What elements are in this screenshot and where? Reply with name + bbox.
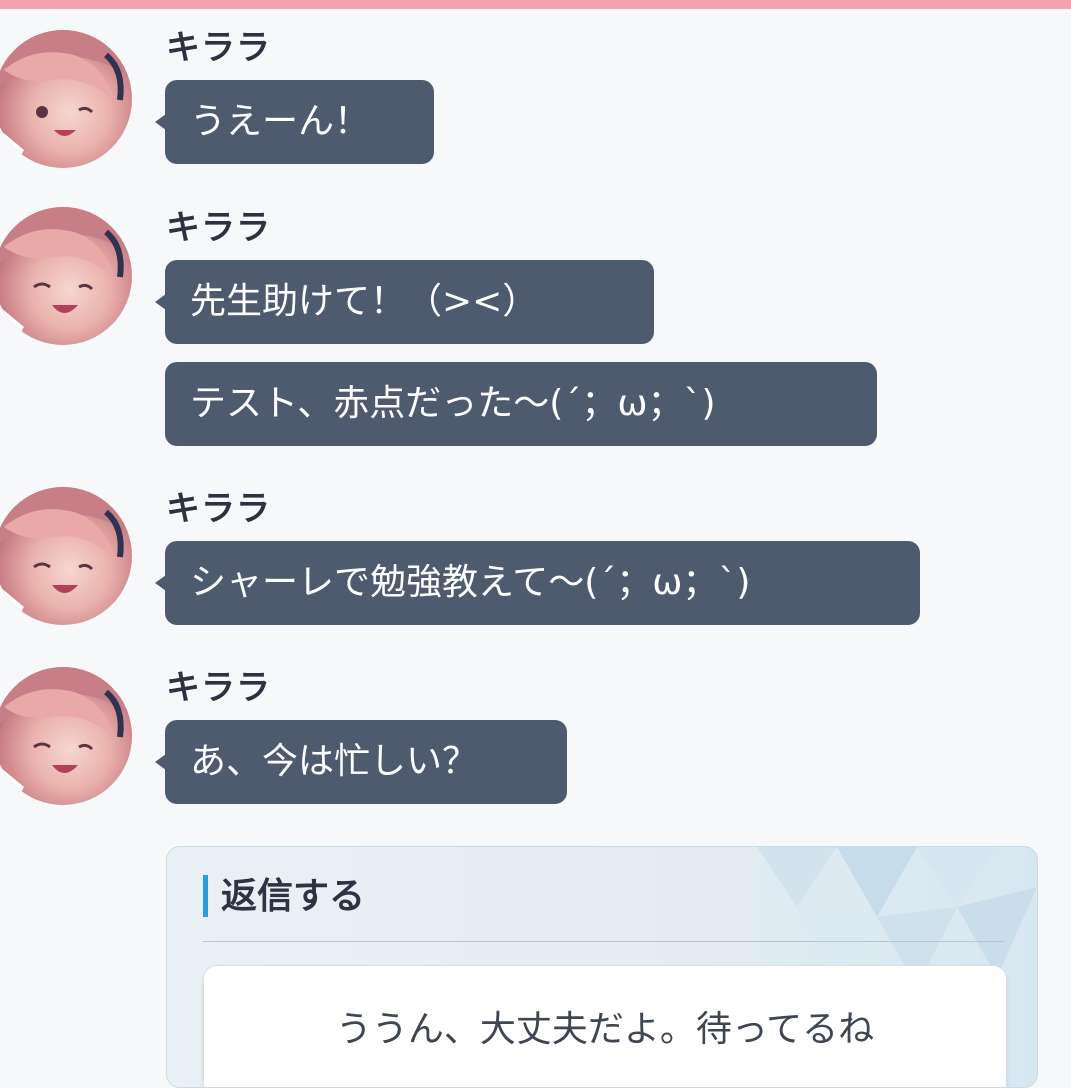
sender-avatar — [0, 207, 132, 345]
character-avatar-icon — [0, 667, 132, 805]
bubble-tail — [155, 114, 166, 130]
message-text: シャーレで勉強教えて〜(´；ω；`) — [190, 562, 751, 603]
reply-panel: 返信する ううん、大丈夫だよ。待ってるね — [166, 846, 1038, 1088]
sender-avatar — [0, 487, 132, 625]
reply-divider — [203, 941, 1005, 942]
message-bubble: 先生助けて！（><） — [155, 260, 654, 344]
message-bubble: テスト、赤点だった〜(´；ω；`) — [165, 362, 877, 446]
top-accent-bar — [0, 0, 1071, 9]
sender-name: キララ — [166, 668, 271, 708]
message-bubble: シャーレで勉強教えて〜(´；ω；`) — [155, 541, 920, 625]
character-avatar-icon — [0, 30, 132, 168]
message-text: テスト、赤点だった〜(´；ω；`) — [190, 383, 716, 424]
reply-accent-bar — [203, 875, 208, 917]
sender-name: キララ — [166, 28, 271, 68]
sender-name: キララ — [166, 208, 271, 248]
reply-title: 返信する — [221, 876, 366, 917]
bubble-tail — [155, 294, 166, 310]
message-text: 先生助けて！（><） — [190, 281, 539, 322]
message-bubble: あ、今は忙しい？ — [155, 720, 567, 804]
sender-name: キララ — [166, 489, 271, 529]
message-text: うえーん！ — [190, 101, 371, 142]
reply-option-text: ううん、大丈夫だよ。待ってるね — [335, 1009, 875, 1050]
bubble-tail — [155, 754, 166, 770]
sender-avatar — [0, 30, 132, 168]
sender-avatar — [0, 667, 132, 805]
bubble-tail — [155, 575, 166, 591]
character-avatar-icon — [0, 207, 132, 345]
message-text: あ、今は忙しい？ — [190, 741, 479, 782]
character-avatar-icon — [0, 487, 132, 625]
reply-option-button[interactable]: ううん、大丈夫だよ。待ってるね — [203, 965, 1007, 1087]
message-bubble: うえーん！ — [155, 80, 434, 164]
